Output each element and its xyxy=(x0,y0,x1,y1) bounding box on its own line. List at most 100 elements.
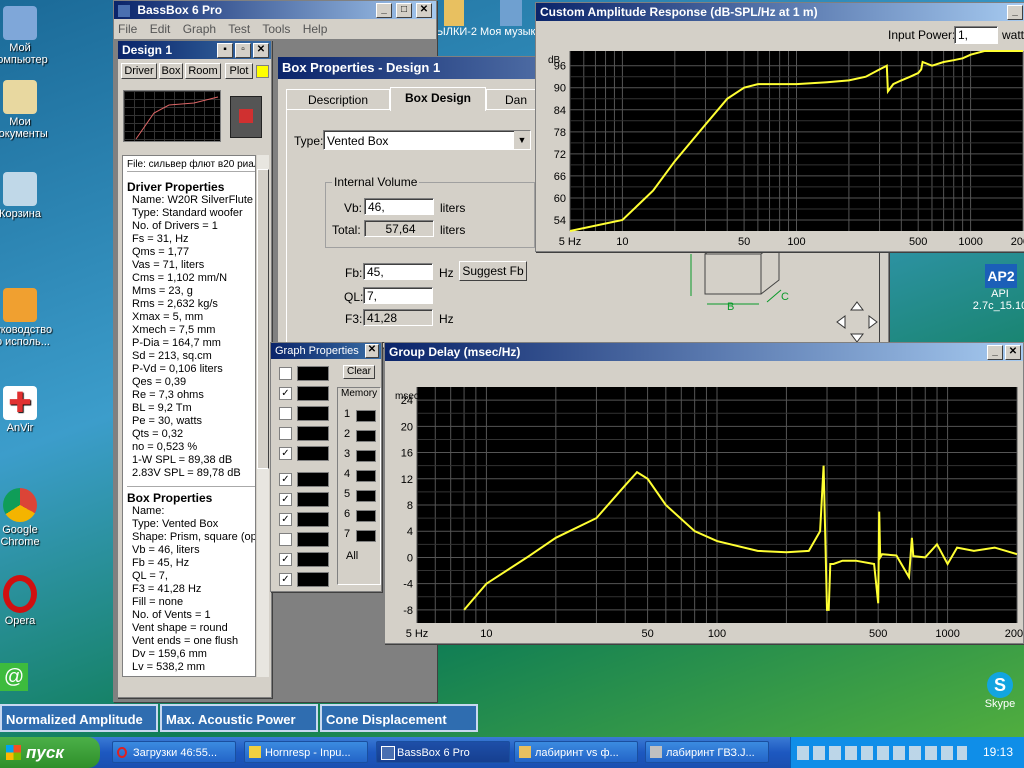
design-restore-button[interactable]: ▫ xyxy=(235,43,251,58)
icq-icon[interactable]: @ xyxy=(0,663,28,691)
tray-icons[interactable] xyxy=(797,746,967,760)
memory-slot-button[interactable] xyxy=(356,430,376,442)
amplitude-minimize-button[interactable]: _ xyxy=(1007,5,1023,20)
desktop-icon-anvir[interactable]: ✚ AnVir xyxy=(0,386,55,434)
y-unit-label: dB xyxy=(548,55,561,66)
y-tick-label: 72 xyxy=(554,149,566,161)
menu-graph[interactable]: Graph xyxy=(183,22,216,36)
y-tick-label: 90 xyxy=(554,83,566,95)
memory-slot-label: 2 xyxy=(344,428,351,440)
suggest-fb-button[interactable]: Suggest Fb xyxy=(459,261,527,281)
gp-option-checkbox[interactable] xyxy=(279,407,292,420)
scroll-thumb[interactable] xyxy=(257,169,269,469)
amplitude-plot-area[interactable]: 96908478726660545 Hz105010050010002000dB xyxy=(536,47,1024,251)
start-button[interactable]: пуск xyxy=(0,737,100,768)
menu-tools[interactable]: Tools xyxy=(262,22,290,36)
clear-button[interactable]: Clear xyxy=(343,365,375,379)
tab-box-design[interactable]: Box Design xyxy=(390,87,486,111)
tab-room[interactable]: Room xyxy=(185,63,221,79)
gp-option-checkbox[interactable]: ✓ xyxy=(279,387,292,400)
tab-driver[interactable]: Driver xyxy=(121,63,157,79)
gd-close-button[interactable]: ✕ xyxy=(1005,345,1021,360)
menu-test[interactable]: Test xyxy=(228,22,250,36)
taskbar-item-downloads[interactable]: Загрузки 46:55... xyxy=(112,741,236,763)
tab-plot[interactable]: Plot xyxy=(225,63,253,79)
group-delay-plot-area[interactable]: 24201612840-4-85 Hz105010050010002000mse… xyxy=(385,363,1024,643)
fb-input[interactable]: 45, xyxy=(363,263,433,280)
design-save-button[interactable]: ▪ xyxy=(217,43,233,58)
group-delay-chart[interactable]: 24201612840-4-85 Hz105010050010002000mse… xyxy=(385,363,1024,643)
memory-slot-button[interactable] xyxy=(356,510,376,522)
menu-edit[interactable]: Edit xyxy=(150,22,171,36)
desktop-icon-my-computer[interactable]: Мой компьютер xyxy=(0,6,55,66)
memory-slot-button[interactable] xyxy=(356,490,376,502)
gd-minimize-button[interactable]: _ xyxy=(987,345,1003,360)
driver-property: Xmech = 7,5 mm xyxy=(132,324,216,336)
desktop-icon-recycle-bin[interactable]: Корзина xyxy=(0,172,55,220)
design-panel: Design 1 ✕ ▫ ▪ Driver Box Room Plot File… xyxy=(117,40,272,698)
driver-property: Qts = 0,32 xyxy=(132,428,184,440)
taskbar-item-hornresp[interactable]: Hornresp - Inpu... xyxy=(244,741,368,763)
gp-option-checkbox[interactable] xyxy=(279,533,292,546)
gp-option-checkbox[interactable]: ✓ xyxy=(279,493,292,506)
memory-all-label[interactable]: All xyxy=(346,550,358,562)
ql-input[interactable]: 7, xyxy=(363,287,433,304)
design-title: Design 1 xyxy=(122,43,173,57)
design-thumbnail-plot[interactable] xyxy=(123,90,221,142)
menu-help[interactable]: Help xyxy=(303,22,328,36)
gp-option-checkbox[interactable]: ✓ xyxy=(279,573,292,586)
box-type-select[interactable]: Vented Box ▼ xyxy=(323,130,531,150)
memory-slot-button[interactable] xyxy=(356,410,376,422)
close-button[interactable]: ✕ xyxy=(416,3,432,18)
memory-slot-button[interactable] xyxy=(356,470,376,482)
desktop-icon-skype[interactable]: S Skype xyxy=(978,672,1022,710)
vb-input[interactable]: 46, xyxy=(364,198,434,215)
gp-close-button[interactable]: ✕ xyxy=(365,344,379,358)
group-delay-title: Group Delay (msec/Hz) xyxy=(389,345,521,359)
chevron-down-icon[interactable]: ▼ xyxy=(514,131,530,149)
y-tick-label: 84 xyxy=(554,105,566,117)
tab-box[interactable]: Box xyxy=(159,63,183,79)
driver-thumbnail-icon xyxy=(230,96,262,138)
desktop-icon-manual[interactable]: Руководство по исполь... xyxy=(0,288,55,348)
gp-option-checkbox[interactable]: ✓ xyxy=(279,447,292,460)
plot-color-swatch[interactable] xyxy=(256,65,269,78)
fb-unit: Hz xyxy=(439,266,454,280)
gp-option-checkbox[interactable]: ✓ xyxy=(279,513,292,526)
normalized-amplitude-button[interactable]: Normalized Amplitude xyxy=(0,704,158,732)
driver-property: Cms = 1,102 mm/N xyxy=(132,272,228,284)
ap2-icon: AP2 xyxy=(985,264,1017,288)
desktop-folder-2[interactable]: Моя музык xyxy=(480,0,538,48)
gp-option-checkbox[interactable] xyxy=(279,427,292,440)
desktop-icon-opera[interactable]: Opera xyxy=(0,575,55,627)
desktop-icon-my-documents[interactable]: Мои документы xyxy=(0,80,55,140)
desktop-icon-ap2[interactable]: AP2 API 2.7c_15.10 xyxy=(973,264,1024,312)
design-close-button[interactable]: ✕ xyxy=(253,43,269,58)
max-acoustic-power-button[interactable]: Max. Acoustic Power xyxy=(160,704,318,732)
gp-option-icon xyxy=(297,492,329,507)
memory-slot-button[interactable] xyxy=(356,530,376,542)
gp-option-checkbox[interactable] xyxy=(279,367,292,380)
vb-label: Vb: xyxy=(344,201,363,215)
box-property: Shape: Prism, square (opt xyxy=(132,531,256,543)
menu-file[interactable]: File xyxy=(118,22,137,36)
minimize-button[interactable]: _ xyxy=(376,3,392,18)
desktop-icon-chrome[interactable]: Google Chrome xyxy=(0,488,55,548)
gp-option-checkbox[interactable]: ✓ xyxy=(279,473,292,486)
cone-displacement-button[interactable]: Cone Displacement xyxy=(320,704,478,732)
taskbar-item-labyrinth-folder[interactable]: лабиринт vs ф... xyxy=(514,741,638,763)
taskbar-item-bassbox[interactable]: BassBox 6 Pro xyxy=(376,741,510,763)
input-power-input[interactable]: 1, xyxy=(954,26,998,44)
gp-option-checkbox[interactable]: ✓ xyxy=(279,553,292,566)
memory-slot-button[interactable] xyxy=(356,450,376,462)
ap2-label: API 2.7c_15.10 xyxy=(972,288,1024,312)
gp-option-icon xyxy=(297,472,329,487)
tab-description[interactable]: Description xyxy=(286,89,390,109)
maximize-button[interactable]: □ xyxy=(396,3,412,18)
y-tick-label: -8 xyxy=(403,605,413,617)
f3-unit: Hz xyxy=(439,312,454,326)
navigation-arrows-icon[interactable] xyxy=(835,300,879,344)
taskbar-item-labyrinth-image[interactable]: лабиринт ГВЗ.J... xyxy=(645,741,769,763)
amplitude-chart[interactable]: 96908478726660545 Hz105010050010002000dB xyxy=(536,47,1024,251)
design-scrollbar[interactable] xyxy=(257,155,269,677)
